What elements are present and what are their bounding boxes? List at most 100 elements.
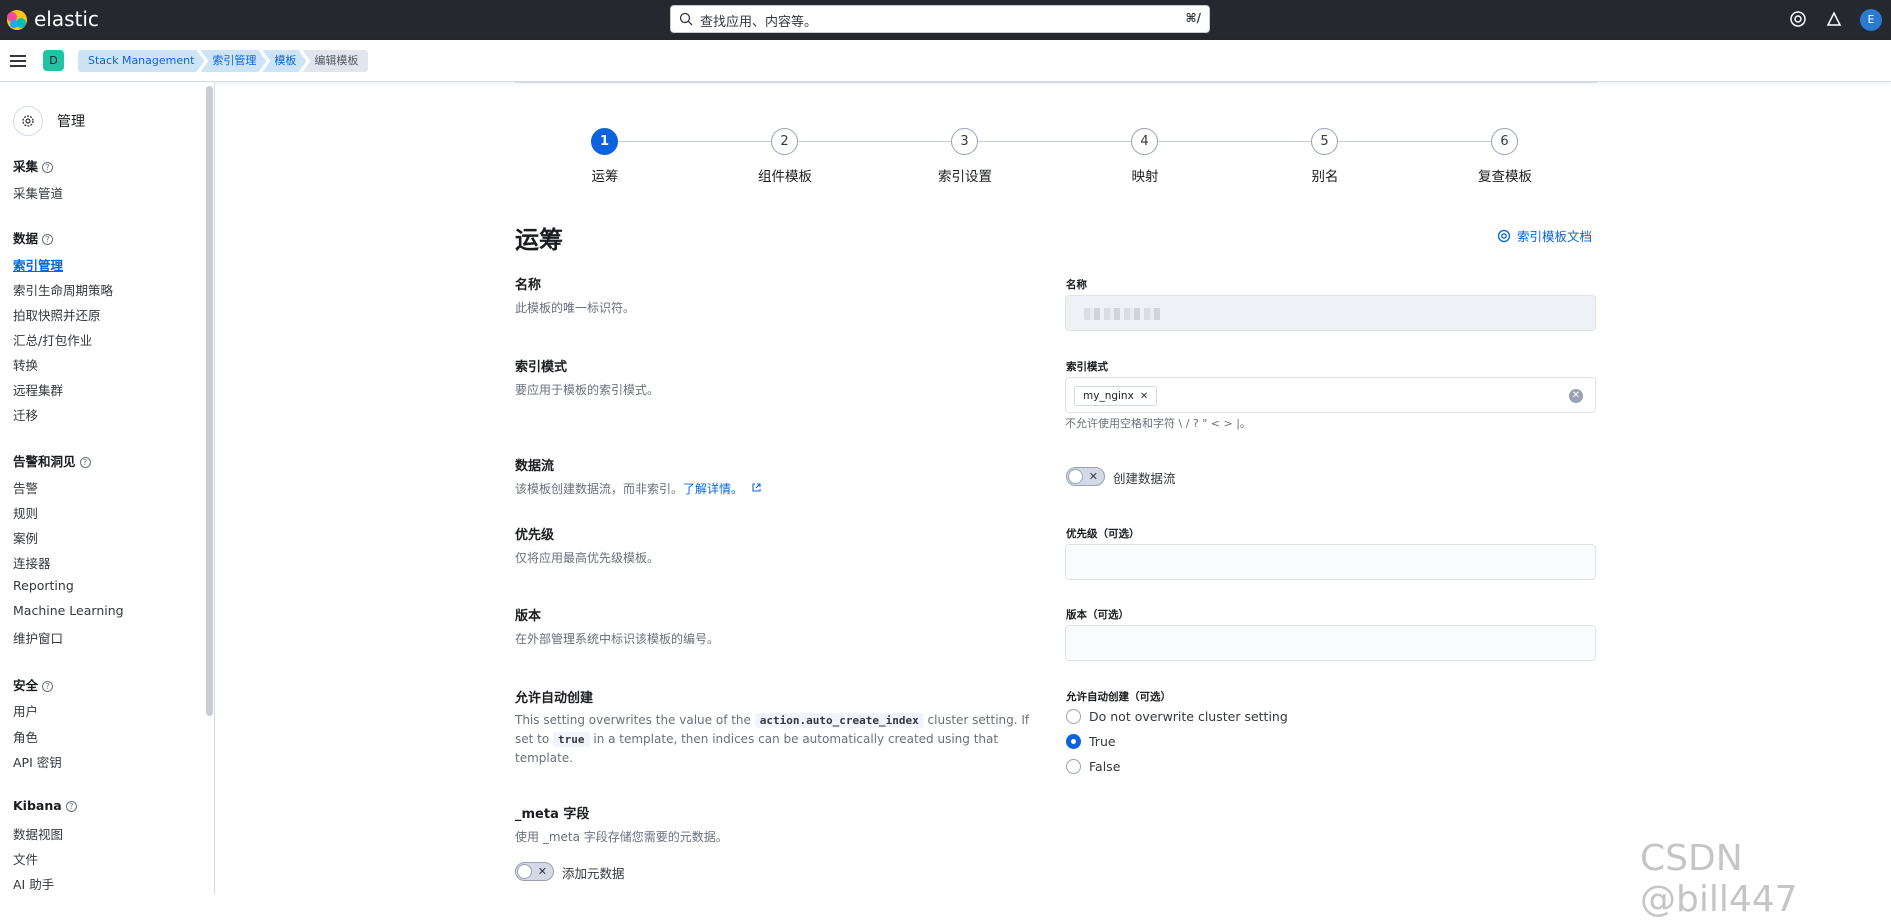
redacted-value bbox=[1084, 308, 1164, 320]
step-label[interactable]: 复查模板 bbox=[1445, 165, 1565, 185]
sidebar-scrollbar[interactable] bbox=[206, 86, 213, 716]
sidebar-section-alerts: 告警和洞见? bbox=[13, 451, 91, 470]
name-field bbox=[1065, 295, 1596, 331]
name-title: 名称 bbox=[515, 278, 542, 293]
meta-toggle[interactable]: ✕ bbox=[515, 862, 554, 881]
space-avatar[interactable]: D bbox=[43, 50, 64, 71]
help-icon: ? bbox=[42, 234, 54, 245]
priority-field-label: 优先级（可选） bbox=[1066, 528, 1140, 540]
step-3[interactable]: 3 bbox=[951, 128, 978, 155]
search-icon bbox=[679, 12, 693, 26]
sidebar-item-migrate[interactable]: 迁移 bbox=[13, 405, 38, 424]
data-stream-toggle[interactable]: ✕ bbox=[1066, 467, 1105, 486]
page-title: 运筹 bbox=[515, 226, 563, 254]
sidebar-item-rollup[interactable]: 汇总/打包作业 bbox=[13, 330, 92, 349]
version-field-label: 版本（可选） bbox=[1066, 609, 1129, 621]
data-stream-toggle-label: 创建数据流 bbox=[1113, 471, 1176, 486]
stepper-track bbox=[605, 141, 1505, 142]
radio-true[interactable]: True bbox=[1066, 734, 1116, 749]
global-search[interactable]: 查找应用、内容等。 ⌘/ bbox=[670, 5, 1210, 33]
radio-false[interactable]: False bbox=[1066, 759, 1120, 774]
search-shortcut: ⌘/ bbox=[1185, 11, 1201, 25]
step-5[interactable]: 5 bbox=[1311, 128, 1338, 155]
remove-chip-icon[interactable]: ✕ bbox=[1140, 391, 1148, 402]
true-code: true bbox=[553, 732, 590, 747]
version-title: 版本 bbox=[515, 609, 542, 624]
meta-toggle-label: 添加元数据 bbox=[562, 866, 625, 881]
sidebar-item-snapshot[interactable]: 拍取快照并还原 bbox=[13, 305, 101, 324]
sidebar-header: 管理 bbox=[13, 106, 85, 136]
learn-more-link[interactable]: 了解详情。 bbox=[683, 482, 743, 496]
index-pattern-chip: my_nginx ✕ bbox=[1074, 386, 1158, 406]
sidebar-item-alerts[interactable]: 告警 bbox=[13, 478, 38, 497]
sidebar-item-cases[interactable]: 案例 bbox=[13, 528, 38, 547]
menu-icon[interactable] bbox=[10, 54, 26, 68]
sidebar-item-data-views[interactable]: 数据视图 bbox=[13, 824, 63, 843]
step-label[interactable]: 别名 bbox=[1265, 165, 1385, 185]
step-2[interactable]: 2 bbox=[771, 128, 798, 155]
sidebar-item-reporting[interactable]: Reporting bbox=[13, 578, 74, 593]
index-patterns-combobox[interactable]: my_nginx ✕ ✕ bbox=[1065, 377, 1596, 413]
step-label[interactable]: 映射 bbox=[1085, 165, 1205, 185]
index-patterns-title: 索引模式 bbox=[515, 360, 568, 375]
clear-icon[interactable]: ✕ bbox=[1569, 389, 1583, 403]
sidebar-item-rules[interactable]: 规则 bbox=[13, 503, 38, 522]
index-patterns-desc: 要应用于模板的索引模式。 bbox=[515, 383, 660, 397]
sidebar-title: 管理 bbox=[57, 114, 85, 130]
name-field-label: 名称 bbox=[1066, 279, 1087, 291]
step-4[interactable]: 4 bbox=[1131, 128, 1158, 155]
sidebar-item-api-keys[interactable]: API 密钥 bbox=[13, 752, 62, 771]
sidebar-item-roles[interactable]: 角色 bbox=[13, 727, 38, 746]
help-icon: ? bbox=[65, 801, 77, 812]
sidebar-item-files[interactable]: 文件 bbox=[13, 849, 38, 868]
user-avatar[interactable]: E bbox=[1860, 9, 1882, 31]
step-label[interactable]: 运筹 bbox=[545, 165, 665, 185]
priority-input[interactable] bbox=[1065, 544, 1596, 580]
help-icon: ? bbox=[42, 162, 54, 173]
version-desc: 在外部管理系统中标识该模板的编号。 bbox=[515, 632, 720, 646]
sidebar-item-users[interactable]: 用户 bbox=[13, 701, 38, 720]
breadcrumb-item-current: 编辑模板 bbox=[302, 50, 369, 72]
step-label[interactable]: 索引设置 bbox=[905, 165, 1025, 185]
breadcrumb: Stack Management 索引管理 模板 编辑模板 bbox=[78, 50, 369, 72]
version-input[interactable] bbox=[1065, 625, 1596, 661]
docs-link-label: 索引模板文档 bbox=[1517, 229, 1593, 244]
external-link-icon bbox=[752, 483, 761, 492]
step-1[interactable]: 1 bbox=[591, 128, 618, 155]
priority-title: 优先级 bbox=[515, 528, 555, 543]
step-label[interactable]: 组件模板 bbox=[725, 165, 845, 185]
help-icon bbox=[1497, 229, 1511, 242]
sidebar-item-maintenance-windows[interactable]: 维护窗口 bbox=[13, 628, 63, 647]
gear-icon bbox=[13, 106, 43, 136]
meta-desc: 使用 _meta 字段存储您需要的元数据。 bbox=[515, 830, 728, 844]
brand-name[interactable]: elastic bbox=[34, 7, 99, 31]
auto-create-field-label: 允许自动创建（可选） bbox=[1066, 691, 1171, 703]
breadcrumb-item[interactable]: Stack Management bbox=[78, 50, 204, 72]
docs-link[interactable]: 索引模板文档 bbox=[1497, 226, 1592, 245]
sidebar-item-ai-assistant[interactable]: AI 助手 bbox=[13, 874, 54, 893]
sidebar-item-index-management[interactable]: 索引管理 bbox=[13, 255, 63, 274]
breadcrumb-item[interactable]: 索引管理 bbox=[200, 50, 266, 72]
sidebar-item-remote-clusters[interactable]: 远程集群 bbox=[13, 380, 63, 399]
auto-create-setting-code: action.auto_create_index bbox=[754, 713, 924, 728]
sidebar-item-ilm[interactable]: 索引生命周期策略 bbox=[13, 280, 113, 299]
search-placeholder: 查找应用、内容等。 bbox=[700, 15, 818, 30]
elastic-logo-icon[interactable] bbox=[6, 9, 28, 31]
sidebar-item-connectors[interactable]: 连接器 bbox=[13, 553, 51, 572]
radio-do-not-overwrite[interactable]: Do not overwrite cluster setting bbox=[1066, 709, 1288, 724]
watermark: CSDN @bill447 bbox=[1640, 838, 1798, 920]
sidebar-item-ingest-pipelines[interactable]: 采集管道 bbox=[13, 183, 63, 202]
divider bbox=[515, 82, 1597, 83]
help-icon[interactable] bbox=[1789, 10, 1807, 28]
meta-title: _meta 字段 bbox=[515, 807, 590, 822]
sidebar-section-ingest: 采集? bbox=[13, 156, 54, 175]
news-feed-icon[interactable] bbox=[1825, 10, 1843, 28]
sidebar-section-security: 安全? bbox=[13, 675, 54, 694]
sidebar-item-machine-learning[interactable]: Machine Learning bbox=[13, 603, 124, 618]
auto-create-desc: This setting overwrites the value of the… bbox=[515, 713, 1030, 765]
step-6[interactable]: 6 bbox=[1491, 128, 1518, 155]
top-header: elastic 查找应用、内容等。 ⌘/ E bbox=[0, 0, 1891, 40]
sidebar-section-data: 数据? bbox=[13, 228, 54, 247]
sidebar-item-transforms[interactable]: 转换 bbox=[13, 355, 38, 374]
breadcrumb-item[interactable]: 模板 bbox=[262, 50, 306, 72]
